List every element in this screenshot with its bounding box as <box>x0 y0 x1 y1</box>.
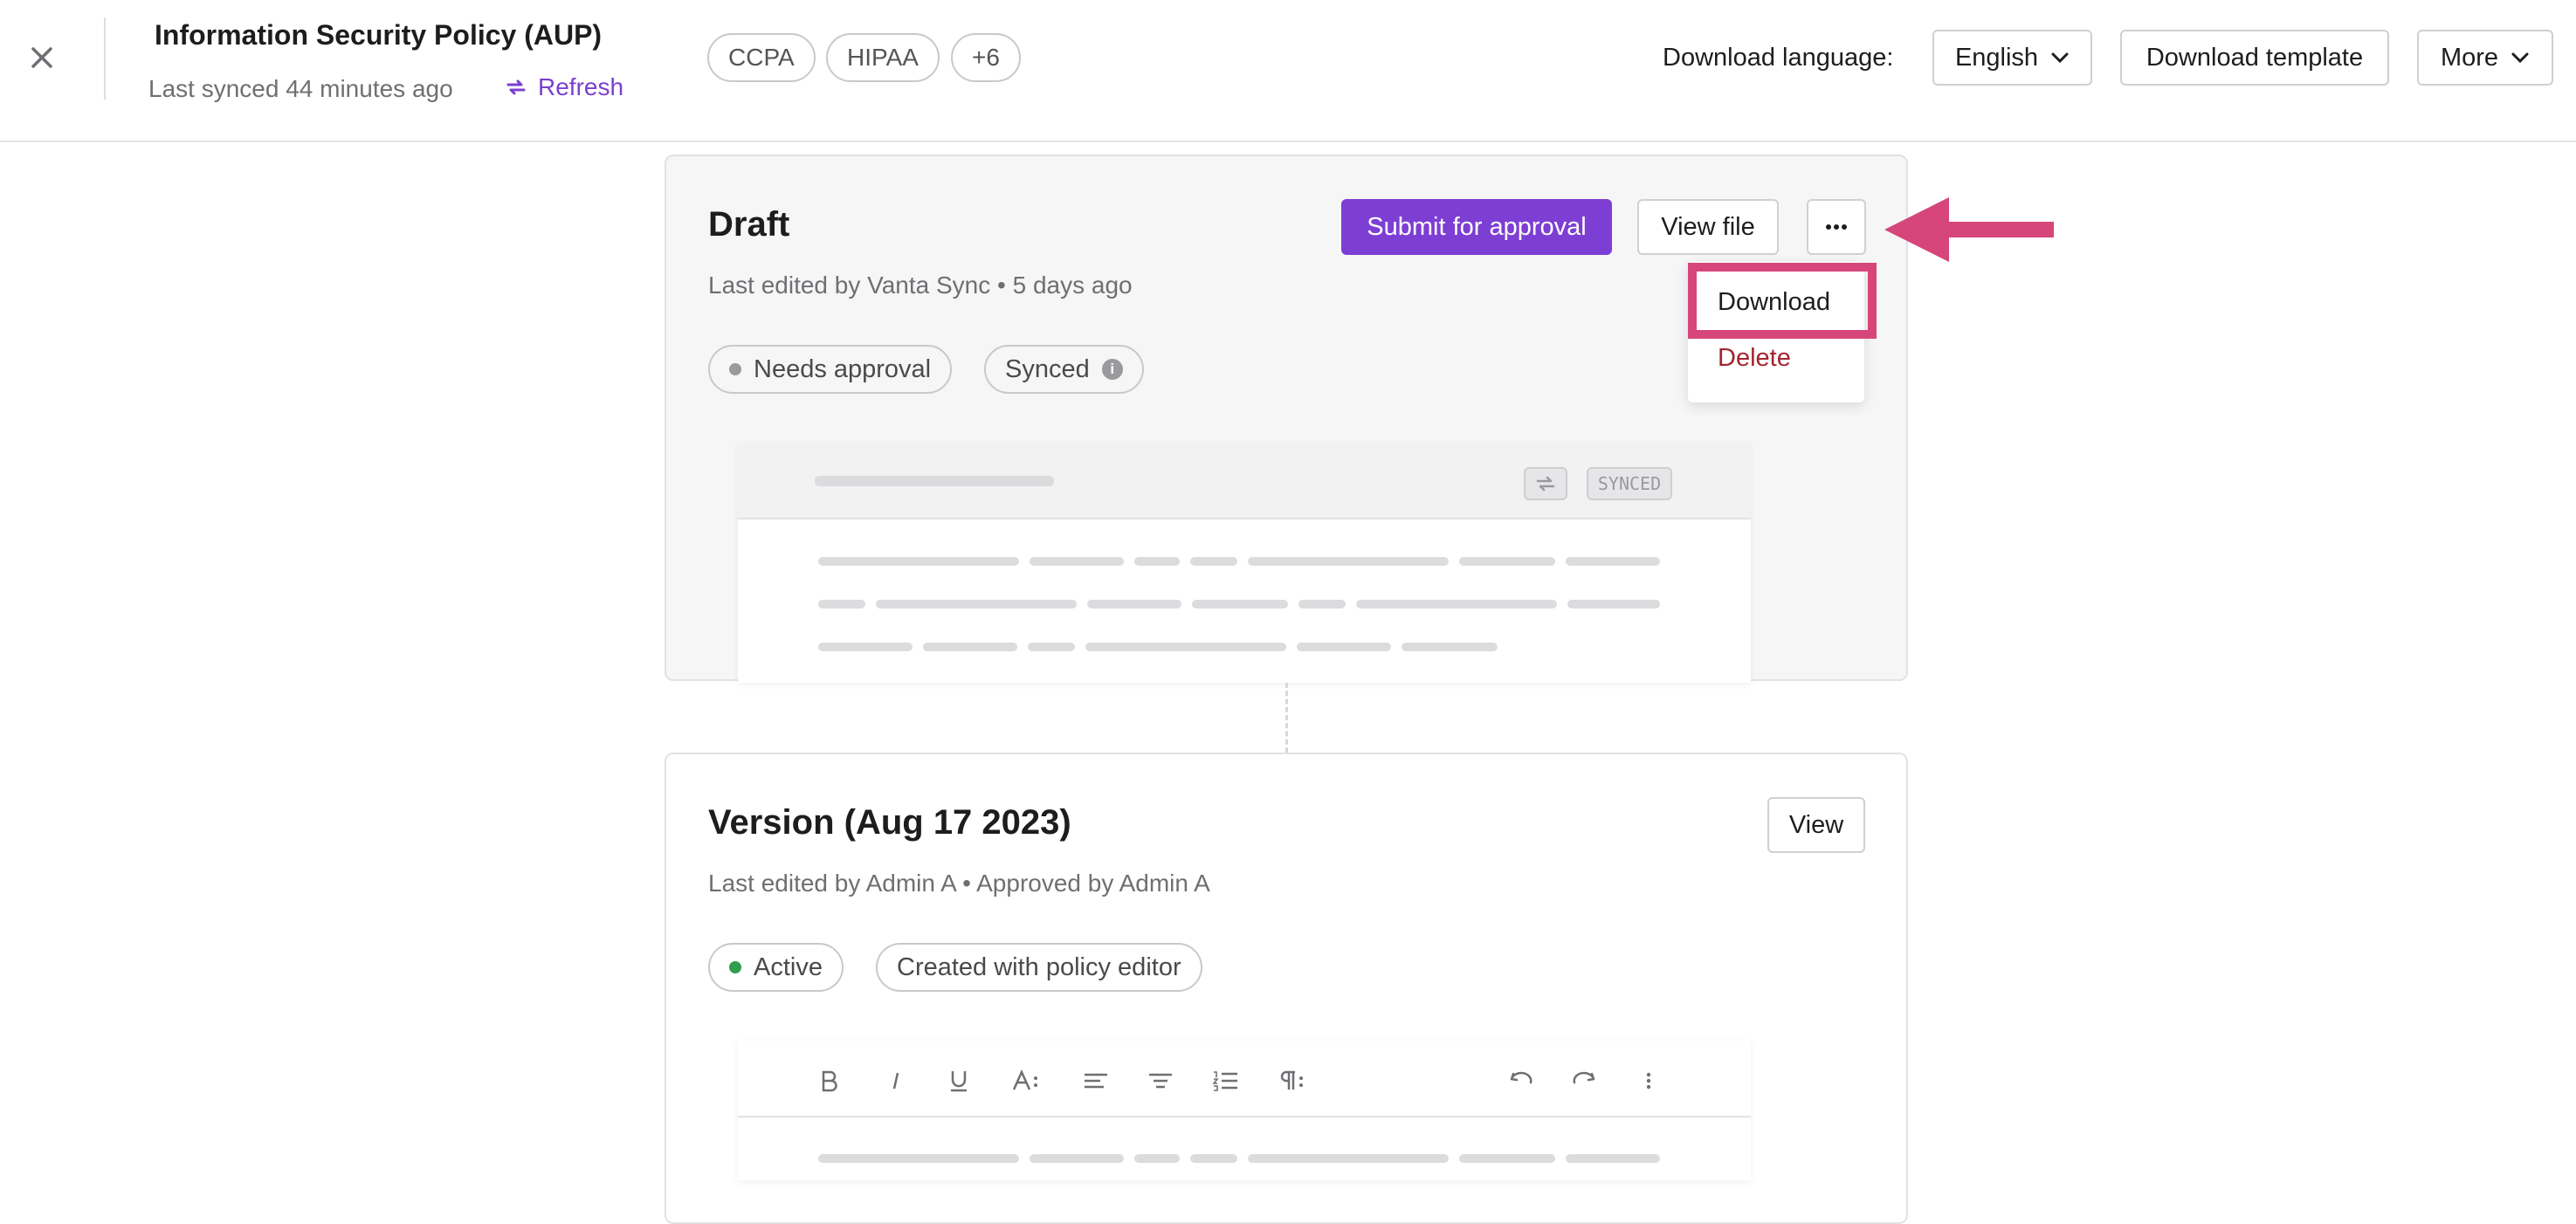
refresh-button[interactable]: Refresh <box>505 73 623 101</box>
refresh-icon <box>506 79 526 95</box>
editor-preview[interactable] <box>738 1041 1751 1180</box>
chevron-down-icon <box>2051 52 2069 64</box>
submit-for-approval-button[interactable]: Submit for approval <box>1341 199 1612 255</box>
version-connector <box>1285 683 1288 753</box>
status-badge-synced: Synced i <box>984 345 1144 394</box>
preview-header: SYNCED <box>738 443 1751 519</box>
align-center-icon[interactable] <box>1143 1063 1178 1098</box>
more-label: More <box>2440 43 2499 72</box>
text-size-icon[interactable] <box>1009 1063 1043 1098</box>
annotation-highlight-box <box>1688 263 1877 339</box>
menu-item-delete[interactable]: Delete <box>1718 344 1791 373</box>
download-template-button[interactable]: Download template <box>2120 30 2389 86</box>
numbered-list-icon[interactable] <box>1208 1063 1243 1098</box>
status-dot <box>729 961 741 973</box>
status-label: Needs approval <box>754 354 932 383</box>
paragraph-icon[interactable] <box>1274 1063 1309 1098</box>
status-label: Created with policy editor <box>897 952 1181 981</box>
annotation-arrow-icon <box>1884 197 2054 262</box>
document-preview[interactable]: SYNCED <box>738 443 1751 683</box>
last-synced-text: Last synced 44 minutes ago <box>148 75 453 102</box>
status-badge-active: Active <box>708 943 844 992</box>
framework-chip-more[interactable]: +6 <box>951 33 1021 82</box>
editor-toolbar <box>738 1041 1751 1117</box>
draft-title: Draft <box>708 205 790 244</box>
synced-badge: SYNCED <box>1587 467 1672 500</box>
page-title: Information Security Policy (AUP) <box>155 19 603 51</box>
view-button[interactable]: View <box>1767 797 1865 853</box>
version-title: Version (Aug 17 2023) <box>708 803 1071 842</box>
framework-chip-ccpa[interactable]: CCPA <box>707 33 816 82</box>
framework-chip-hipaa[interactable]: HIPAA <box>826 33 940 82</box>
draft-meta: Last edited by Vanta Sync • 5 days ago <box>708 272 1133 299</box>
more-vertical-icon[interactable] <box>1636 1063 1662 1098</box>
language-select[interactable]: English <box>1932 30 2092 86</box>
info-icon[interactable]: i <box>1101 359 1123 380</box>
version-card: Version (Aug 17 2023) View Last edited b… <box>665 753 1908 1224</box>
ellipsis-icon <box>1826 224 1847 230</box>
status-dot <box>729 363 741 375</box>
status-label: Synced <box>1005 354 1090 383</box>
status-label: Active <box>754 952 823 981</box>
redo-icon[interactable] <box>1567 1063 1602 1098</box>
view-file-button[interactable]: View file <box>1637 199 1779 255</box>
version-meta: Last edited by Admin A • Approved by Adm… <box>708 870 1210 897</box>
undo-icon[interactable] <box>1503 1063 1538 1098</box>
align-left-icon[interactable] <box>1078 1063 1113 1098</box>
underline-icon[interactable] <box>944 1063 974 1098</box>
status-badge-policy-editor: Created with policy editor <box>876 943 1202 992</box>
header-divider <box>104 17 106 100</box>
bold-icon[interactable] <box>815 1063 844 1098</box>
draft-card: Draft Submit for approval View file Last… <box>665 155 1908 683</box>
refresh-label: Refresh <box>538 73 624 100</box>
chevron-down-icon <box>2511 52 2529 64</box>
language-value: English <box>1954 43 2039 72</box>
page-header: Information Security Policy (AUP) Last s… <box>0 0 2576 142</box>
download-language-label: Download language: <box>1663 44 1894 72</box>
sync-icon <box>1524 467 1567 500</box>
close-icon[interactable] <box>24 40 59 75</box>
more-actions-button[interactable] <box>1807 199 1866 255</box>
status-badge-needs-approval: Needs approval <box>708 345 953 394</box>
more-button[interactable]: More <box>2417 30 2553 86</box>
italic-icon[interactable] <box>881 1063 911 1098</box>
